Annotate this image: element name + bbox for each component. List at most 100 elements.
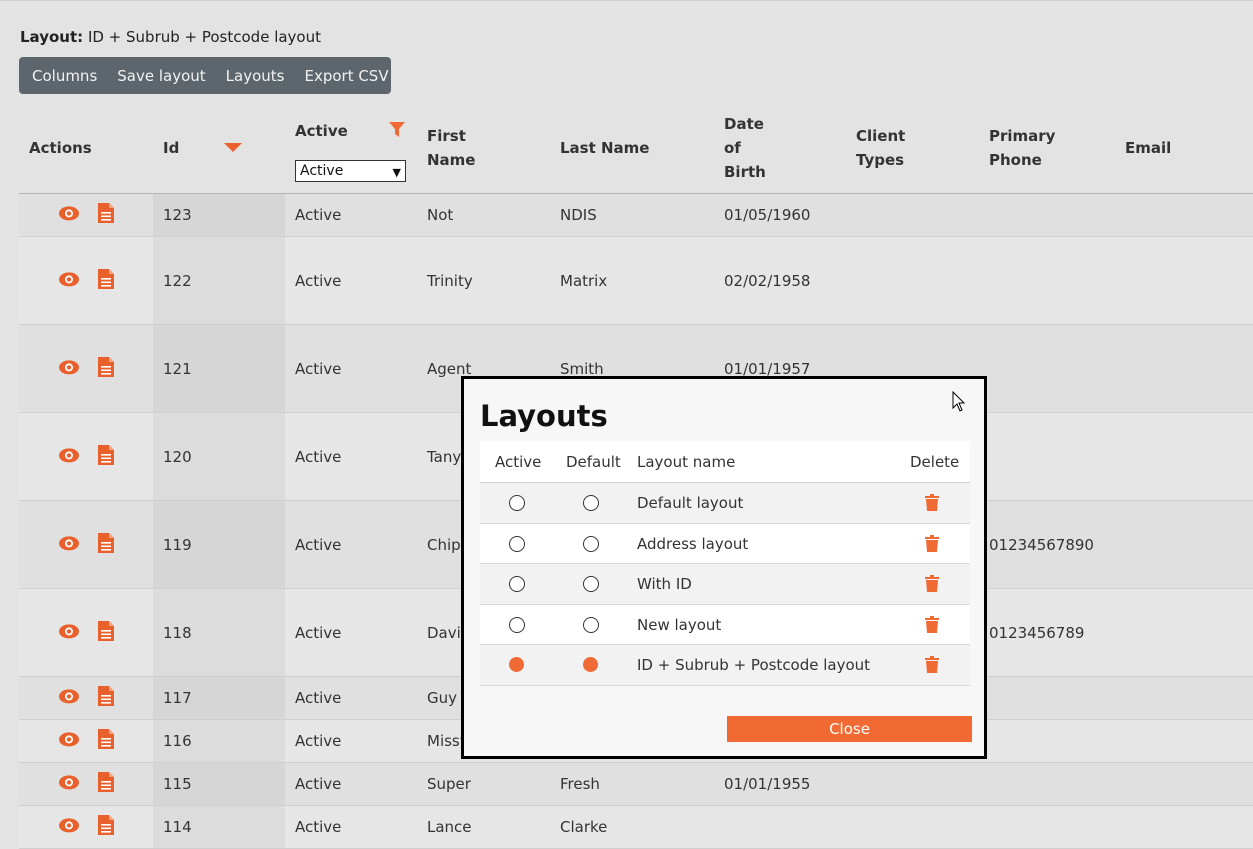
layout-row: New layout	[480, 604, 970, 645]
layouts-button[interactable]: Layouts	[216, 67, 295, 85]
header-first-name-line1: First	[427, 127, 466, 145]
default-radio-selected[interactable]	[583, 657, 598, 672]
document-icon[interactable]	[97, 532, 115, 553]
cell-id: 117	[163, 689, 192, 707]
header-actions: Actions	[29, 139, 92, 157]
view-eye-icon[interactable]	[58, 688, 80, 704]
cell-active: Active	[295, 271, 342, 290]
document-icon[interactable]	[97, 620, 115, 641]
columns-button[interactable]: Columns	[22, 67, 107, 85]
document-icon[interactable]	[97, 686, 115, 706]
trash-icon[interactable]	[925, 575, 939, 592]
view-eye-icon[interactable]	[58, 271, 80, 287]
cell-active: Active	[295, 732, 342, 750]
trash-icon[interactable]	[925, 615, 939, 633]
cell-first-name: Lance	[427, 818, 472, 836]
header-date-of-birth[interactable]: Date of Birth	[724, 112, 766, 184]
view-eye-icon[interactable]	[58, 359, 80, 375]
cell-active: Active	[295, 206, 342, 224]
cell-active: Active	[295, 689, 342, 707]
default-radio[interactable]	[583, 535, 599, 552]
document-icon[interactable]	[97, 268, 115, 289]
col-layout-name-label: Layout name	[637, 453, 736, 471]
layouts-table-header: Active Default Layout name Delete	[480, 441, 970, 483]
layout-name: Default layout	[637, 494, 744, 512]
layouts-modal: Layouts Active Default Layout name Delet…	[461, 376, 987, 759]
header-client-types[interactable]: Client Types	[856, 124, 905, 172]
default-radio[interactable]	[583, 576, 599, 592]
cell-active: Active	[295, 818, 342, 836]
export-csv-button[interactable]: Export CSV	[294, 67, 398, 85]
layout-name: Address layout	[637, 534, 749, 553]
header-active[interactable]: Active	[295, 119, 348, 143]
active-radio[interactable]	[509, 495, 525, 511]
active-radio[interactable]	[509, 535, 525, 552]
document-icon[interactable]	[97, 203, 115, 223]
save-layout-button[interactable]: Save layout	[107, 67, 215, 85]
layouts-table: Active Default Layout name Delete Defaul…	[480, 441, 970, 686]
cell-first-name: Trinity	[427, 271, 473, 290]
cell-last-name: Matrix	[560, 271, 608, 290]
document-icon[interactable]	[97, 772, 115, 792]
col-active-label: Active	[495, 453, 542, 471]
sort-desc-icon[interactable]	[224, 143, 242, 152]
document-icon[interactable]	[97, 444, 115, 465]
header-dob-line3: Birth	[724, 163, 766, 181]
cell-dob: 01/05/1960	[724, 206, 811, 224]
header-dob-line1: Date	[724, 115, 764, 133]
layout-row: ID + Subrub + Postcode layout	[480, 645, 970, 686]
active-filter-select[interactable]: Active ▼	[295, 160, 406, 182]
header-first-name[interactable]: First Name	[427, 124, 475, 172]
document-icon[interactable]	[97, 815, 115, 835]
view-eye-icon[interactable]	[58, 817, 80, 833]
cell-id: 119	[163, 535, 192, 554]
cell-primary-phone: 0123456789	[989, 623, 1085, 642]
document-icon[interactable]	[97, 729, 115, 749]
table-row: 115 Active Super Fresh 01/01/1955	[19, 763, 1253, 806]
cell-active: Active	[295, 775, 342, 793]
table-row: 123 Active Not NDIS 01/05/1960	[19, 194, 1253, 237]
trash-icon[interactable]	[925, 656, 939, 673]
trash-icon[interactable]	[925, 494, 939, 511]
cell-primary-phone: 01234567890	[989, 535, 1094, 554]
cell-id: 114	[163, 818, 192, 836]
default-radio[interactable]	[583, 616, 599, 633]
view-eye-icon[interactable]	[58, 205, 80, 221]
cell-id: 122	[163, 271, 192, 290]
cell-id: 123	[163, 206, 192, 224]
active-radio[interactable]	[509, 576, 525, 592]
active-radio[interactable]	[509, 616, 525, 633]
view-eye-icon[interactable]	[58, 774, 80, 790]
document-icon[interactable]	[97, 356, 115, 377]
cell-first-name: Super	[427, 775, 471, 793]
cell-last-name: Clarke	[560, 818, 608, 836]
cell-id: 118	[163, 623, 192, 642]
close-button[interactable]: Close	[727, 716, 972, 742]
header-primary-phone[interactable]: Primary Phone	[989, 124, 1055, 172]
header-id[interactable]: Id	[163, 136, 179, 160]
layout-row: With ID	[480, 564, 970, 605]
cell-id: 116	[163, 732, 192, 750]
active-radio-selected[interactable]	[509, 657, 524, 672]
view-eye-icon[interactable]	[58, 623, 80, 639]
cell-id: 115	[163, 775, 192, 793]
header-dob-line2: of	[724, 139, 741, 157]
cell-last-name: Smith	[560, 359, 604, 378]
col-default-label: Default	[566, 453, 621, 471]
filter-icon[interactable]	[389, 122, 405, 138]
trash-icon[interactable]	[925, 534, 939, 552]
cell-dob: 02/02/1958	[724, 271, 811, 290]
default-radio[interactable]	[583, 495, 599, 511]
header-last-name[interactable]: Last Name	[560, 136, 649, 160]
toolbar: Columns Save layout Layouts Export CSV	[19, 57, 391, 94]
table-row: 122 Active Trinity Matrix 02/02/1958	[19, 237, 1253, 325]
view-eye-icon[interactable]	[58, 447, 80, 463]
view-eye-icon[interactable]	[58, 731, 80, 747]
header-phone-line1: Primary	[989, 127, 1056, 145]
layout-label-prefix: Layout:	[20, 28, 84, 46]
header-client-types-line1: Client	[856, 127, 906, 145]
cell-first-name: Guy	[427, 689, 458, 707]
view-eye-icon[interactable]	[58, 535, 80, 551]
header-email[interactable]: Email	[1125, 136, 1171, 160]
cell-active: Active	[295, 359, 342, 378]
